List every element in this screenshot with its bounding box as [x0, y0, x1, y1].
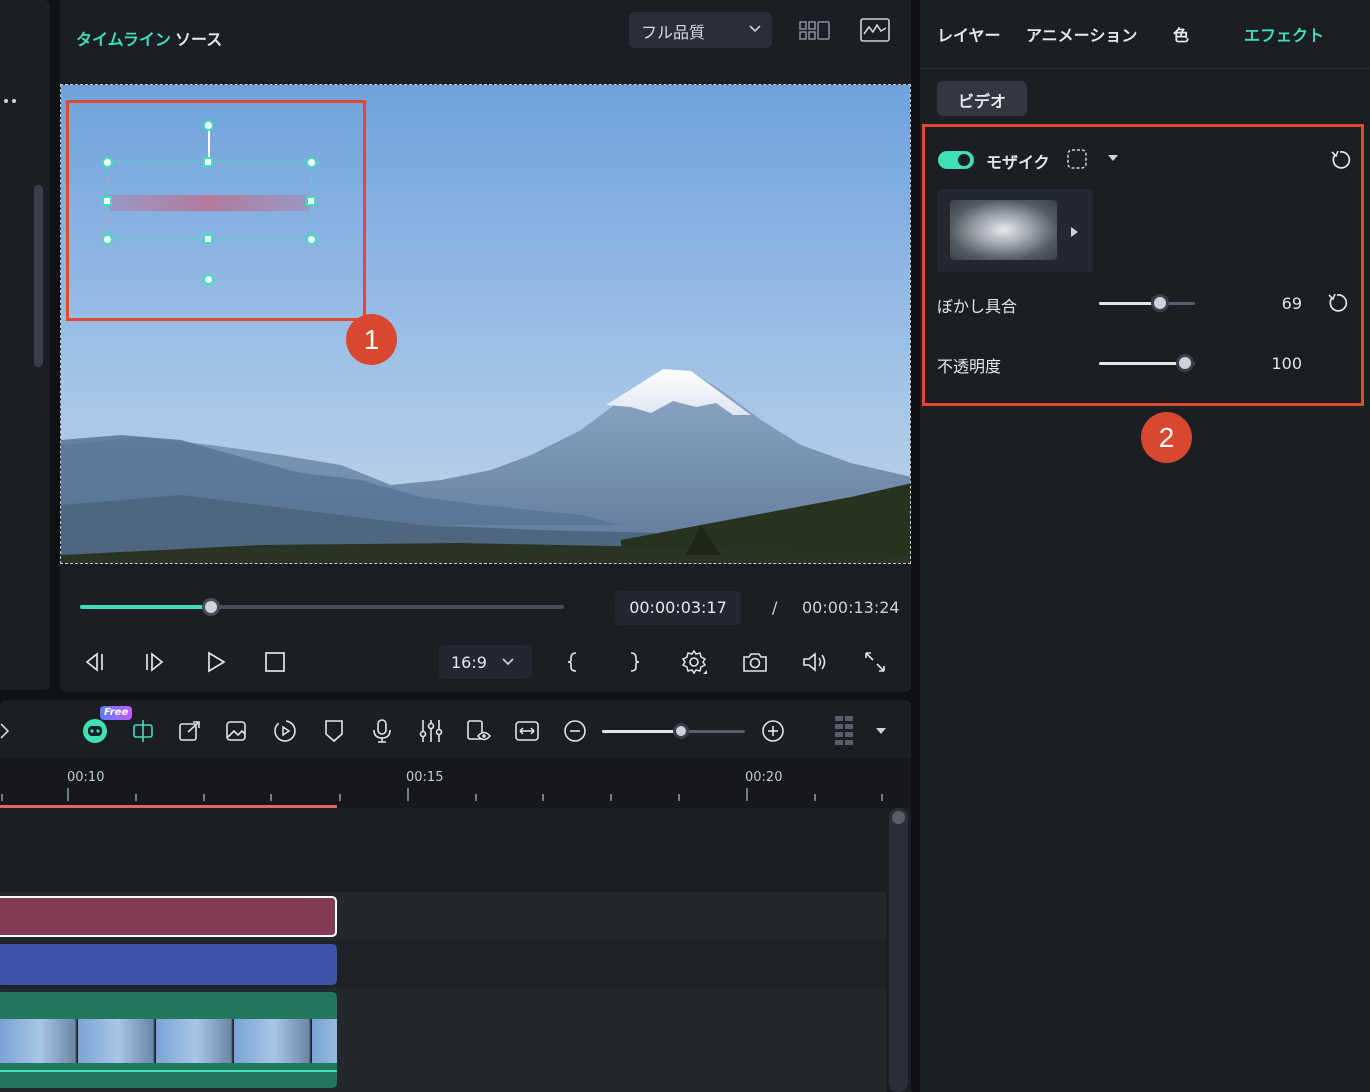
expand-arrow-icon[interactable] — [0, 722, 12, 740]
highlight-box-1 — [66, 100, 366, 321]
play-icon[interactable] — [204, 650, 228, 674]
opacity-fill — [1099, 362, 1185, 365]
video-clip[interactable] — [0, 992, 337, 1088]
marker-icon[interactable] — [322, 718, 346, 744]
track-layout-icon[interactable] — [833, 714, 855, 748]
tab-divider — [920, 68, 1370, 69]
blur-amount-slider[interactable] — [1099, 302, 1195, 305]
chevron-down-icon — [749, 25, 761, 33]
mosaic-preset-thumbnail — [950, 200, 1057, 260]
playback-progress-fill — [80, 605, 211, 609]
waveform-monitor-icon[interactable] — [860, 18, 890, 42]
zoom-out-icon[interactable] — [563, 719, 587, 743]
blur-amount-thumb[interactable] — [1151, 294, 1169, 312]
media-scrollbar[interactable] — [34, 185, 43, 367]
settings-gear-icon[interactable] — [681, 649, 709, 677]
grid-view-icon[interactable] — [799, 20, 831, 42]
blur-amount-value: 69 — [1281, 294, 1302, 313]
zoom-slider-fill — [602, 730, 681, 733]
next-frame-icon[interactable] — [143, 650, 167, 674]
reset-blur-icon[interactable] — [1326, 292, 1348, 314]
player-panel: タイムライン ソース フル品質 1 00:00:03:17 / 00:00:13… — [60, 0, 911, 692]
aspect-ratio-value: 16:9 — [451, 653, 487, 672]
fit-timeline-icon[interactable] — [514, 718, 540, 744]
ruler-label: 00:10 — [67, 770, 105, 785]
fullscreen-icon[interactable] — [863, 650, 887, 674]
blur-amount-label: ぼかし具合 — [937, 297, 1018, 316]
opacity-thumb[interactable] — [1176, 354, 1194, 372]
annotation-badge-1: 1 — [346, 314, 397, 365]
current-time: 00:00:03:17 — [615, 591, 741, 625]
subtab-video[interactable]: ビデオ — [937, 81, 1027, 116]
audio-waveform — [0, 1070, 337, 1072]
microphone-icon[interactable] — [370, 718, 394, 744]
video-clip-thumbnails — [0, 1019, 337, 1063]
tab-color[interactable]: 色 — [1173, 22, 1189, 46]
opacity-value: 100 — [1271, 354, 1302, 373]
more-options-icon[interactable] — [2, 96, 20, 106]
snapshot-camera-icon[interactable] — [742, 650, 768, 674]
timeline-panel: Free 00:10 00:15 00:20 — [0, 700, 911, 1092]
auto-cut-icon[interactable] — [130, 718, 156, 744]
image-edit-icon[interactable] — [224, 718, 250, 744]
tab-effect[interactable]: エフェクト — [1244, 22, 1324, 46]
property-panel: レイヤー アニメーション 色 エフェクト ビデオ モザイク ぼかし具合 69 不… — [920, 0, 1370, 1092]
effect-name: モザイク — [986, 153, 1050, 172]
mark-out-icon[interactable] — [626, 650, 642, 674]
ruler-label: 00:20 — [745, 770, 783, 785]
timeline-scrollbar[interactable] — [889, 808, 908, 1092]
export-clip-icon[interactable] — [177, 718, 203, 744]
aspect-ratio-select[interactable]: 16:9 — [439, 645, 532, 679]
effect-preset-card[interactable] — [937, 189, 1093, 272]
quality-select[interactable]: フル品質 — [629, 12, 772, 48]
tab-layer[interactable]: レイヤー — [937, 22, 1001, 46]
mosaic-clip[interactable] — [0, 896, 337, 937]
total-time: 00:00:13:24 — [802, 598, 900, 617]
quality-value: フル品質 — [641, 23, 706, 42]
opacity-label: 不透明度 — [937, 357, 1002, 376]
zoom-slider-thumb[interactable] — [673, 723, 689, 739]
prev-frame-icon[interactable] — [82, 650, 106, 674]
video-preview[interactable] — [60, 84, 911, 564]
chevron-down-icon — [502, 658, 514, 666]
track-row — [0, 808, 886, 892]
mark-in-icon[interactable] — [565, 650, 581, 674]
caret-down-icon[interactable] — [876, 728, 886, 735]
stop-icon[interactable] — [263, 650, 287, 674]
ai-copilot-icon[interactable] — [80, 716, 110, 746]
zoom-in-icon[interactable] — [761, 719, 785, 743]
caret-right-icon[interactable] — [1071, 227, 1078, 237]
ruler-label: 00:15 — [406, 770, 444, 785]
tab-animation[interactable]: アニメーション — [1026, 22, 1137, 46]
playback-progress-thumb[interactable] — [202, 598, 220, 616]
reset-effect-icon[interactable] — [1329, 149, 1351, 171]
media-panel-edge — [0, 0, 50, 690]
playback-progress-track[interactable] — [80, 605, 564, 609]
annotation-badge-2: 2 — [1141, 412, 1192, 463]
effect-toggle[interactable] — [938, 151, 974, 169]
tab-timeline[interactable]: タイムライン — [76, 26, 171, 50]
caret-down-icon[interactable] — [1108, 155, 1118, 162]
preview-render-icon[interactable] — [466, 718, 494, 744]
volume-icon[interactable] — [802, 650, 828, 674]
time-separator: / — [772, 598, 778, 617]
audio-mixer-icon[interactable] — [418, 718, 444, 744]
mask-shape-icon[interactable] — [1066, 148, 1088, 170]
tab-source[interactable]: ソース — [175, 26, 222, 50]
free-badge: Free — [100, 706, 133, 720]
speed-ramp-icon[interactable] — [272, 718, 298, 744]
effect-clip[interactable] — [0, 944, 337, 985]
